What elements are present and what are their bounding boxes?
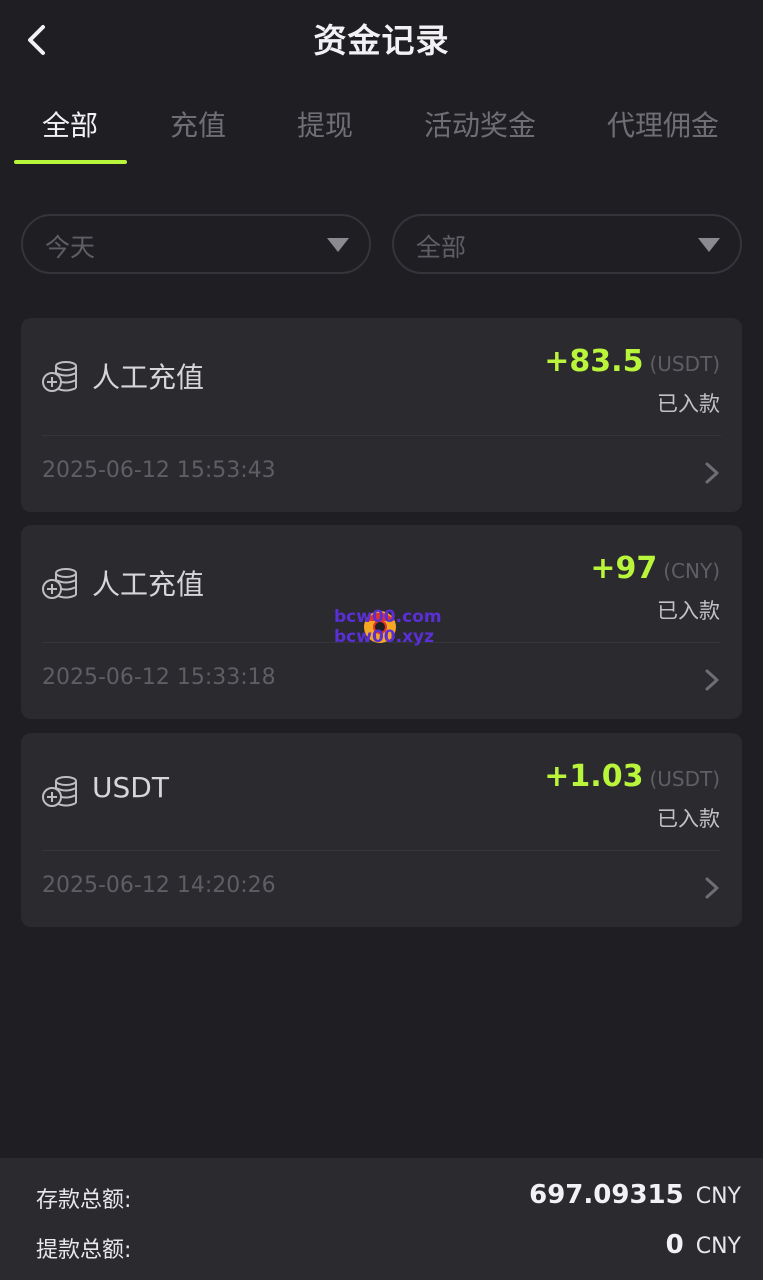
watermark-line-2: bcw00.xyz (334, 627, 435, 647)
record-type: 人工充值 (92, 568, 205, 601)
coins-icon (42, 361, 77, 392)
record-amount-line: +97 (CNY) (590, 551, 720, 586)
deposit-total-amount: 697.09315 (529, 1180, 684, 1210)
record-status: 已入款 (657, 392, 720, 416)
record-amount-line: +1.03 (USDT) (544, 759, 720, 794)
deposit-total-currency: CNY (695, 1184, 741, 1209)
record-amount: +1.03 (544, 759, 644, 794)
record-card[interactable]: USDT +1.03 (USDT) 已入款 2025-06-12 14:20:26 (21, 733, 742, 927)
filter-bar: 今天 全部 (0, 214, 763, 274)
record-time: 2025-06-12 15:53:43 (42, 458, 276, 483)
date-filter-value: 今天 (45, 233, 96, 262)
tab-all[interactable]: 全部 (42, 104, 98, 144)
type-filter-value: 全部 (416, 233, 467, 262)
record-amount: +83.5 (544, 344, 644, 379)
active-tab-indicator (14, 160, 127, 164)
record-card[interactable]: 人工充值 +83.5 (USDT) 已入款 2025-06-12 15:53:43 (21, 318, 742, 512)
caret-down-icon (327, 238, 349, 252)
record-type: USDT (92, 771, 169, 804)
type-filter-select[interactable]: 全部 (392, 214, 742, 274)
withdraw-total-currency: CNY (695, 1234, 741, 1259)
divider (42, 435, 721, 436)
top-bar: 资金记录 (0, 0, 763, 80)
coins-icon (42, 776, 77, 807)
tab-bar: 全部 充值 提现 活动奖金 代理佣金 (0, 96, 763, 166)
withdraw-total-value: 0 CNY (666, 1230, 741, 1260)
withdraw-total-amount: 0 (665, 1230, 684, 1260)
record-status: 已入款 (657, 807, 720, 831)
record-type: 人工充值 (92, 361, 205, 394)
record-currency: (USDT) (649, 352, 720, 376)
chevron-right-icon (705, 877, 719, 899)
record-time: 2025-06-12 14:20:26 (42, 873, 276, 898)
deposit-total-value: 697.09315 CNY (529, 1180, 741, 1210)
page-title: 资金记录 (313, 21, 450, 60)
deposit-total-label: 存款总额: (36, 1188, 132, 1213)
record-amount-line: +83.5 (USDT) (544, 344, 720, 379)
totals-footer: 存款总额: 697.09315 CNY 提款总额: 0 CNY (0, 1158, 763, 1280)
record-amount: +97 (590, 551, 658, 586)
tab-withdraw[interactable]: 提现 (297, 104, 353, 144)
record-currency: (USDT) (649, 767, 720, 791)
coins-icon (42, 568, 77, 599)
divider (42, 850, 721, 851)
date-filter-select[interactable]: 今天 (21, 214, 371, 274)
record-status: 已入款 (657, 599, 720, 623)
tab-deposit[interactable]: 充值 (170, 104, 226, 144)
caret-down-icon (698, 238, 720, 252)
withdraw-total-label: 提款总额: (36, 1238, 132, 1263)
record-currency: (CNY) (663, 559, 720, 583)
chevron-right-icon (705, 462, 719, 484)
tab-activity-bonus[interactable]: 活动奖金 (424, 104, 536, 144)
record-time: 2025-06-12 15:33:18 (42, 665, 276, 690)
watermark-line-1: bcw00.com (334, 607, 442, 627)
chevron-right-icon (705, 669, 719, 691)
watermark: bcw00.com bcw00.xyz (334, 605, 444, 651)
tab-agent-commission[interactable]: 代理佣金 (607, 104, 719, 144)
